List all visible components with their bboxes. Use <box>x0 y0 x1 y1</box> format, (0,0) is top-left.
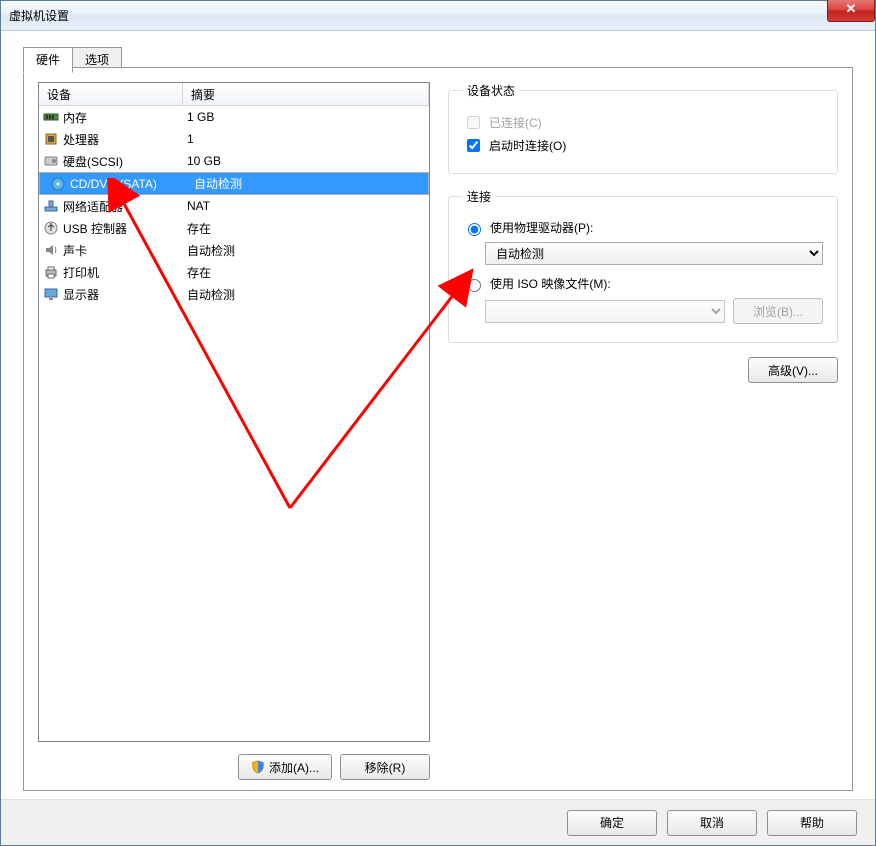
connected-checkbox-row: 已连接(C) <box>463 113 823 132</box>
device-name: CD/DVD (SATA) <box>70 177 157 191</box>
connected-label: 已连接(C) <box>489 114 542 131</box>
vm-settings-window: 虚拟机设置 ✕ 硬件 选项 设备 摘要 内存1 GB处理器1硬盘(SCSI)10… <box>0 0 876 846</box>
physical-drive-select-row: 自动检测 <box>485 242 823 265</box>
help-button-label: 帮助 <box>800 814 824 831</box>
cancel-button[interactable]: 取消 <box>667 810 757 836</box>
physical-drive-row[interactable]: 使用物理驱动器(P): <box>463 219 823 236</box>
browse-button-label: 浏览(B)... <box>753 303 803 320</box>
cpu-icon <box>43 131 59 147</box>
hdd-icon <box>43 153 59 169</box>
hardware-row[interactable]: CD/DVD (SATA) 自动检测 <box>39 172 429 195</box>
device-summary: 存在 <box>183 220 429 237</box>
dialog-button-bar: 确定 取消 帮助 <box>1 799 875 845</box>
advanced-row: 高级(V)... <box>448 357 838 383</box>
cancel-button-label: 取消 <box>700 814 724 831</box>
device-name: 硬盘(SCSI) <box>63 153 123 170</box>
titlebar: 虚拟机设置 ✕ <box>1 1 875 31</box>
connect-on-power-label: 启动时连接(O) <box>489 137 566 154</box>
tab-hardware[interactable]: 硬件 <box>23 47 73 73</box>
connection-group: 连接 使用物理驱动器(P): 自动检测 使用 ISO 映像文件(M): <box>448 188 838 343</box>
close-button[interactable]: ✕ <box>827 0 875 22</box>
hardware-list: 设备 摘要 内存 1 GB 处理器 1 硬盘(SCSI) 10 GB CD/DVD (SAT… <box>38 82 430 742</box>
connect-on-power-checkbox[interactable] <box>467 139 480 152</box>
shield-icon <box>251 760 265 774</box>
hardware-row[interactable]: 内存 1 GB <box>39 106 429 128</box>
device-name: 打印机 <box>63 264 99 281</box>
browse-button: 浏览(B)... <box>733 298 823 324</box>
sound-icon <box>43 242 59 258</box>
help-button[interactable]: 帮助 <box>767 810 857 836</box>
device-summary: 1 GB <box>183 110 429 124</box>
tab-page-hardware: 设备 摘要 内存 1 GB 处理器 1 硬盘(SCSI) 10 GB CD/DVD (SAT… <box>23 67 853 791</box>
connection-legend: 连接 <box>463 188 495 205</box>
device-status-legend: 设备状态 <box>463 82 519 99</box>
device-summary: 1 <box>183 132 429 146</box>
hardware-list-body: 内存 1 GB 处理器 1 硬盘(SCSI) 10 GB CD/DVD (SATA) 自动检测… <box>39 106 429 305</box>
iso-file-row[interactable]: 使用 ISO 映像文件(M): <box>463 275 823 292</box>
display-icon <box>43 286 59 302</box>
client-area: 硬件 选项 设备 摘要 内存1 GB处理器1硬盘(SCSI)10 GBCD/DV… <box>9 37 867 791</box>
hardware-row[interactable]: 硬盘(SCSI) 10 GB <box>39 150 429 172</box>
device-summary: 自动检测 <box>183 286 429 303</box>
hardware-list-header: 设备 摘要 <box>39 83 429 106</box>
device-summary: 存在 <box>183 264 429 281</box>
printer-icon <box>43 264 59 280</box>
iso-file-input <box>485 300 725 323</box>
device-name: USB 控制器 <box>63 220 127 237</box>
iso-file-input-row: 浏览(B)... <box>485 298 823 324</box>
ok-button-label: 确定 <box>600 814 624 831</box>
device-summary: 自动检测 <box>190 175 422 192</box>
net-icon <box>43 198 59 214</box>
col-summary[interactable]: 摘要 <box>183 83 429 105</box>
hardware-row[interactable]: 声卡 自动检测 <box>39 239 429 261</box>
hardware-row[interactable]: 处理器 1 <box>39 128 429 150</box>
device-summary: 10 GB <box>183 154 429 168</box>
connected-checkbox <box>467 116 480 129</box>
right-panel: 设备状态 已连接(C) 启动时连接(O) 连接 使用物理驱动器(P): <box>448 82 838 780</box>
physical-drive-radio[interactable] <box>468 223 481 236</box>
hardware-row[interactable]: 网络适配器 NAT <box>39 195 429 217</box>
device-status-group: 设备状态 已连接(C) 启动时连接(O) <box>448 82 838 174</box>
memory-icon <box>43 109 59 125</box>
remove-button[interactable]: 移除(R) <box>340 754 430 780</box>
hardware-button-row: 添加(A)... 移除(R) <box>38 754 430 780</box>
advanced-button[interactable]: 高级(V)... <box>748 357 838 383</box>
physical-drive-label: 使用物理驱动器(P): <box>490 219 593 236</box>
cd-icon <box>50 176 66 192</box>
hardware-row[interactable]: 打印机 存在 <box>39 261 429 283</box>
ok-button[interactable]: 确定 <box>567 810 657 836</box>
advanced-button-label: 高级(V)... <box>768 362 818 379</box>
usb-icon <box>43 220 59 236</box>
iso-file-radio[interactable] <box>468 279 481 292</box>
device-summary: 自动检测 <box>183 242 429 259</box>
window-title: 虚拟机设置 <box>9 7 69 24</box>
remove-button-label: 移除(R) <box>365 759 406 776</box>
col-device[interactable]: 设备 <box>39 83 183 105</box>
iso-file-label: 使用 ISO 映像文件(M): <box>490 275 611 292</box>
device-summary: NAT <box>183 199 429 213</box>
hardware-row[interactable]: USB 控制器 存在 <box>39 217 429 239</box>
physical-drive-select[interactable]: 自动检测 <box>485 242 823 265</box>
device-name: 网络适配器 <box>63 198 123 215</box>
device-name: 声卡 <box>63 242 87 259</box>
device-name: 内存 <box>63 109 87 126</box>
hardware-row[interactable]: 显示器 自动检测 <box>39 283 429 305</box>
add-button[interactable]: 添加(A)... <box>238 754 332 780</box>
device-name: 显示器 <box>63 286 99 303</box>
connect-on-power-row[interactable]: 启动时连接(O) <box>463 136 823 155</box>
device-name: 处理器 <box>63 131 99 148</box>
add-button-label: 添加(A)... <box>269 759 319 776</box>
